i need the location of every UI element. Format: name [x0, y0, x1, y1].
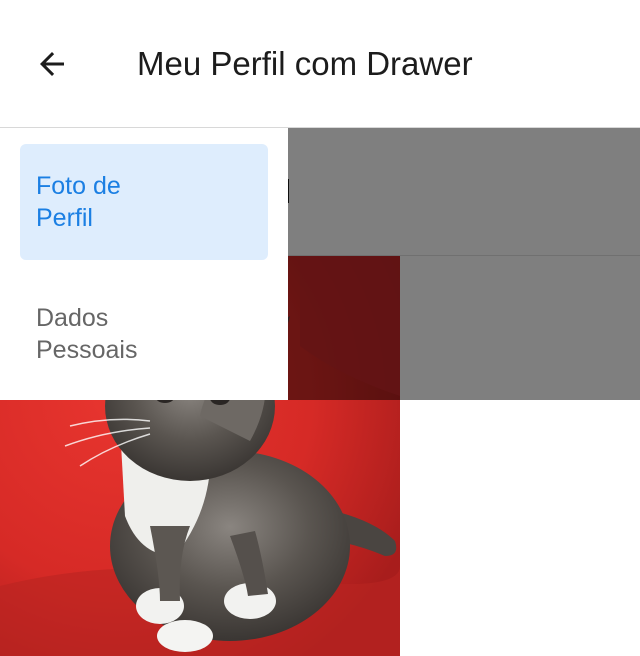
app-bar: Meu Perfil com Drawer [0, 0, 640, 128]
drawer-item-label-line2: Perfil [36, 204, 93, 232]
drawer-item-foto-de-perfil[interactable]: Foto de Perfil [20, 144, 268, 260]
drawer-item-dados-pessoais[interactable]: Dados Pessoais [20, 276, 268, 392]
drawer-item-label-line1: Dados [36, 304, 109, 332]
page-title: Meu Perfil com Drawer [137, 45, 473, 82]
arrow-left-icon [40, 52, 64, 76]
drawer-item-label-line2: Pessoais [36, 336, 138, 364]
navigation-drawer: Foto de Perfil Dados Pessoais [0, 128, 288, 400]
back-button[interactable] [20, 32, 84, 96]
drawer-scrim[interactable] [288, 128, 640, 400]
screen: Meu Perfil com Drawer Perfil [0, 0, 640, 656]
drawer-item-label-line1: Foto de [36, 172, 121, 200]
